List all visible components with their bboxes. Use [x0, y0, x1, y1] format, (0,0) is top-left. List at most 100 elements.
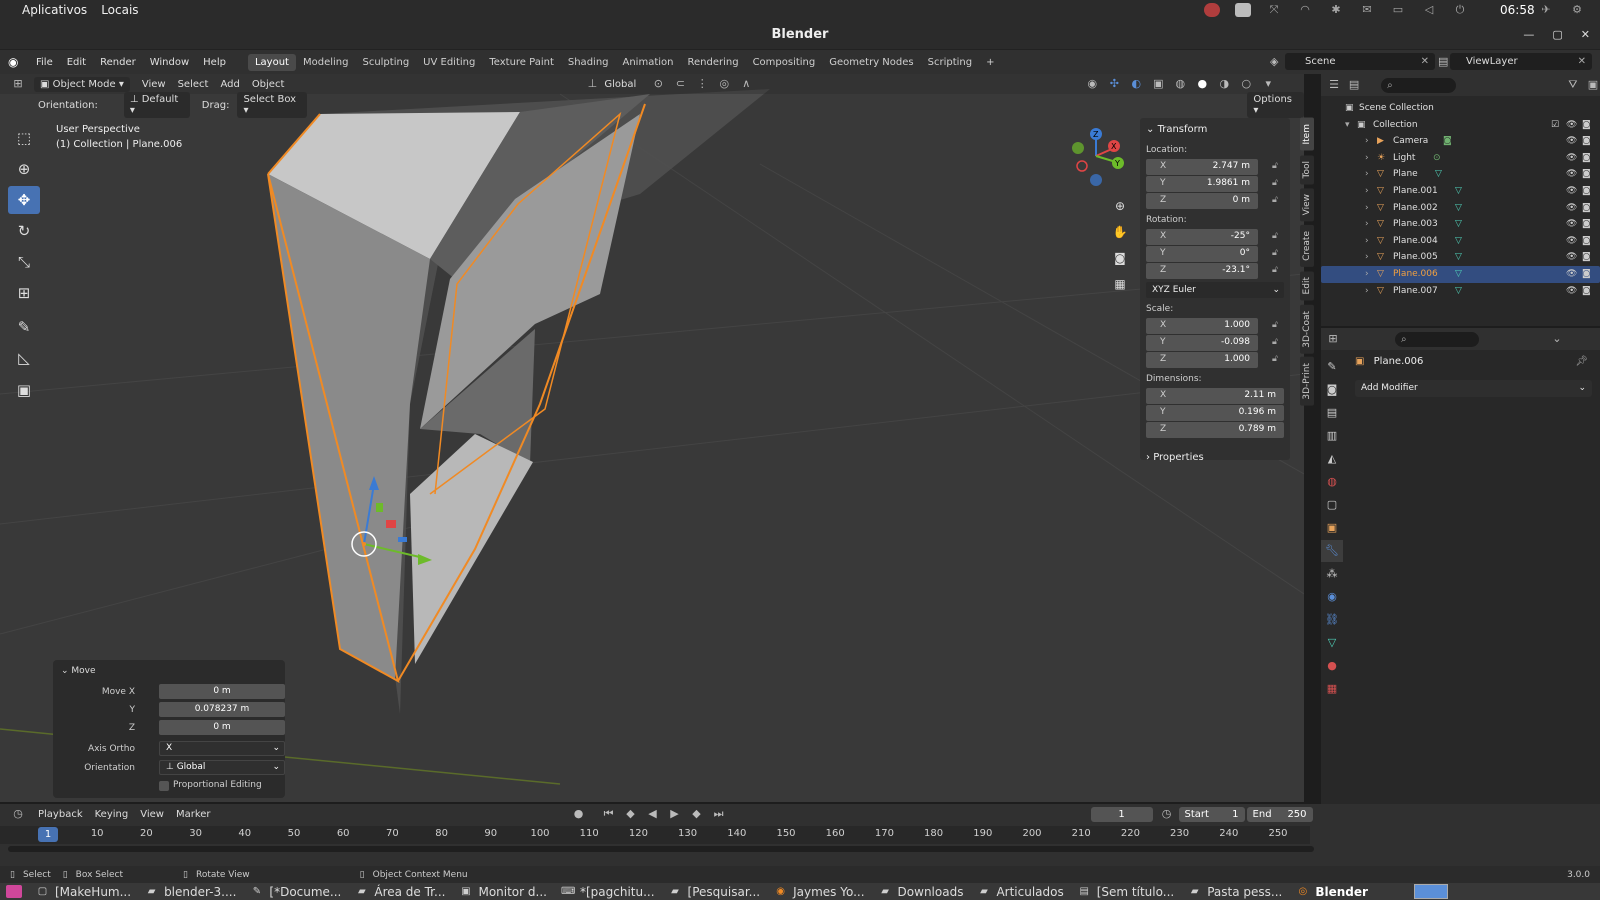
add-modifier-button[interactable]: Add Modifier ⌄: [1355, 380, 1592, 397]
shading-options-icon[interactable]: ▾: [1260, 77, 1276, 91]
next-keyframe-icon[interactable]: ◆: [689, 807, 705, 821]
lock-icon[interactable]: 🔓︎: [1272, 195, 1278, 205]
mesh-data-icon[interactable]: ▽: [1455, 266, 1462, 282]
camera-view-icon[interactable]: ◙: [1110, 248, 1130, 268]
outliner-item-plane-004[interactable]: › ▽ Plane.004 ▽ 👁︎ ◙: [1321, 233, 1600, 250]
menu-file[interactable]: File: [36, 57, 53, 68]
properties-section-header[interactable]: › Properties: [1146, 452, 1284, 463]
render-properties-icon[interactable]: ◙: [1321, 379, 1343, 401]
lock-icon[interactable]: 🔓︎: [1272, 178, 1278, 188]
scene-browse-icon[interactable]: ◈: [1270, 55, 1278, 68]
transform-tool-icon[interactable]: ⊞: [8, 279, 40, 307]
mesh-data-icon[interactable]: ▽: [1455, 183, 1462, 199]
material-properties-icon[interactable]: ●: [1321, 655, 1343, 677]
lock-icon[interactable]: 🔓︎: [1272, 320, 1278, 330]
tab-tool[interactable]: Tool: [1300, 154, 1314, 184]
collection-properties-icon[interactable]: ▢: [1321, 494, 1343, 516]
physics-properties-icon[interactable]: ◉: [1321, 586, 1343, 608]
tab-rendering[interactable]: Rendering: [680, 54, 745, 71]
tab-view[interactable]: View: [1300, 187, 1314, 222]
move-x-field[interactable]: 0 m: [159, 684, 285, 699]
camera-render-icon[interactable]: ◙: [1582, 183, 1591, 199]
mesh-data-icon[interactable]: ▽: [1455, 216, 1462, 232]
outliner-item-plane-003[interactable]: › ▽ Plane.003 ▽ 👁︎ ◙: [1321, 216, 1600, 233]
camera-data-icon[interactable]: ◙: [1443, 133, 1452, 149]
bluetooth-icon[interactable]: ✱: [1328, 3, 1344, 17]
calendar-icon[interactable]: [1235, 3, 1251, 17]
tab-layout[interactable]: Layout: [247, 53, 296, 71]
frame-ruler[interactable]: 1 10 20 30 40 50 60 70 80 90 100 110 120 130 140 150 16…: [0, 826, 1310, 844]
object-properties-icon[interactable]: ▣: [1321, 517, 1343, 539]
mail-icon[interactable]: ✉: [1359, 3, 1375, 17]
transform-orientation-selector[interactable]: Global: [604, 79, 636, 90]
os-menu-applications[interactable]: Aplicativos: [22, 3, 87, 17]
scale-x-field[interactable]: X 1.000: [1146, 318, 1258, 334]
taskbar-item[interactable]: ◎ Blender: [1296, 884, 1367, 899]
expand-arrow-icon[interactable]: ›: [1365, 216, 1369, 232]
tab-item[interactable]: Item: [1300, 118, 1314, 151]
battery-icon[interactable]: ▭: [1390, 3, 1406, 17]
expand-arrow-icon[interactable]: ›: [1365, 150, 1369, 166]
lock-icon[interactable]: 🔓︎: [1272, 354, 1278, 364]
tab-3d-coat[interactable]: 3D-Coat: [1300, 304, 1314, 354]
workspace-switcher-icon[interactable]: [1413, 884, 1448, 899]
mesh-data-icon[interactable]: ▽: [1455, 233, 1462, 249]
viewlayer-close-icon[interactable]: ✕: [1578, 53, 1586, 70]
pivot-point-icon[interactable]: ⊙: [650, 77, 666, 91]
camera-render-icon[interactable]: ◙: [1582, 166, 1591, 182]
new-collection-icon[interactable]: ▣: [1586, 78, 1600, 92]
menu-view[interactable]: View: [142, 79, 166, 90]
pan-hand-icon[interactable]: ✋: [1110, 222, 1130, 242]
eye-icon[interactable]: 👁︎: [1566, 200, 1577, 216]
add-cube-tool-icon[interactable]: ▣: [8, 376, 40, 404]
outliner-item-light[interactable]: › ☀ Light ⊙ 👁︎ ◙: [1321, 150, 1600, 167]
viewlayer-browse-icon[interactable]: ▤: [1438, 55, 1448, 68]
menu-help[interactable]: Help: [203, 57, 226, 68]
tab-uv-editing[interactable]: UV Editing: [416, 54, 482, 71]
properties-editor-type-icon[interactable]: ⊞: [1325, 332, 1341, 346]
outliner-editor-type-icon[interactable]: ☰: [1327, 78, 1341, 92]
mesh-data-icon[interactable]: ▽: [1455, 249, 1462, 265]
rotation-x-field[interactable]: X -25°: [1146, 229, 1258, 245]
mesh-data-icon[interactable]: ▽: [1455, 200, 1462, 216]
menu-select[interactable]: Select: [178, 79, 209, 90]
menu-object[interactable]: Object: [252, 79, 285, 90]
rendered-shading-icon[interactable]: ○: [1238, 77, 1254, 91]
play-icon[interactable]: ▶: [667, 807, 683, 821]
view-layer-properties-icon[interactable]: ▥: [1321, 425, 1343, 447]
tab-animation[interactable]: Animation: [616, 54, 681, 71]
record-icon[interactable]: ●: [571, 807, 587, 821]
expand-arrow-icon[interactable]: ›: [1365, 200, 1369, 216]
menu-playback[interactable]: Playback: [38, 809, 83, 820]
outliner-search-input[interactable]: ⌕: [1381, 77, 1456, 93]
rotation-y-field[interactable]: Y 0°: [1146, 246, 1258, 262]
mesh-data-icon[interactable]: ▽: [1455, 283, 1462, 299]
timeline-scrollbar[interactable]: [8, 846, 1314, 852]
cursor-tool-icon[interactable]: ⊕: [8, 155, 40, 183]
material-shading-icon[interactable]: ◑: [1216, 77, 1232, 91]
location-y-field[interactable]: Y 1.9861 m: [1146, 176, 1258, 192]
menu-keying[interactable]: Keying: [95, 809, 129, 820]
taskbar-item[interactable]: ⌨ *[pagchitu...: [561, 884, 655, 899]
menu-render[interactable]: Render: [100, 57, 136, 68]
overlay-toggle-icon[interactable]: ◐: [1128, 77, 1144, 91]
blender-logo-icon[interactable]: ◉: [8, 55, 22, 69]
play-reverse-icon[interactable]: ◀: [645, 807, 661, 821]
notification-icon[interactable]: ✈: [1538, 3, 1554, 17]
axis-ortho-select[interactable]: X ⌄: [159, 741, 285, 756]
display-mode-icon[interactable]: ▤: [1347, 78, 1361, 92]
data-properties-icon[interactable]: ▽: [1321, 632, 1343, 654]
tab-texture-paint[interactable]: Texture Paint: [482, 54, 561, 71]
prev-keyframe-icon[interactable]: ◆: [623, 807, 639, 821]
tab-edit[interactable]: Edit: [1300, 271, 1314, 301]
lock-icon[interactable]: 🔓︎: [1272, 337, 1278, 347]
solid-shading-icon[interactable]: ●: [1194, 77, 1210, 91]
exclude-checkbox-icon[interactable]: ☑: [1551, 117, 1559, 133]
proportional-checkbox[interactable]: [159, 781, 169, 791]
timeline-editor-type-icon[interactable]: ◷: [10, 807, 26, 821]
mode-selector[interactable]: ▣ Object Mode ▾: [34, 76, 130, 92]
select-box-tool-icon[interactable]: ⬚: [8, 124, 40, 152]
dimensions-x-field[interactable]: X 2.11 m: [1146, 388, 1284, 404]
location-z-field[interactable]: Z 0 m: [1146, 193, 1258, 209]
close-icon[interactable]: ✕: [1581, 20, 1590, 50]
